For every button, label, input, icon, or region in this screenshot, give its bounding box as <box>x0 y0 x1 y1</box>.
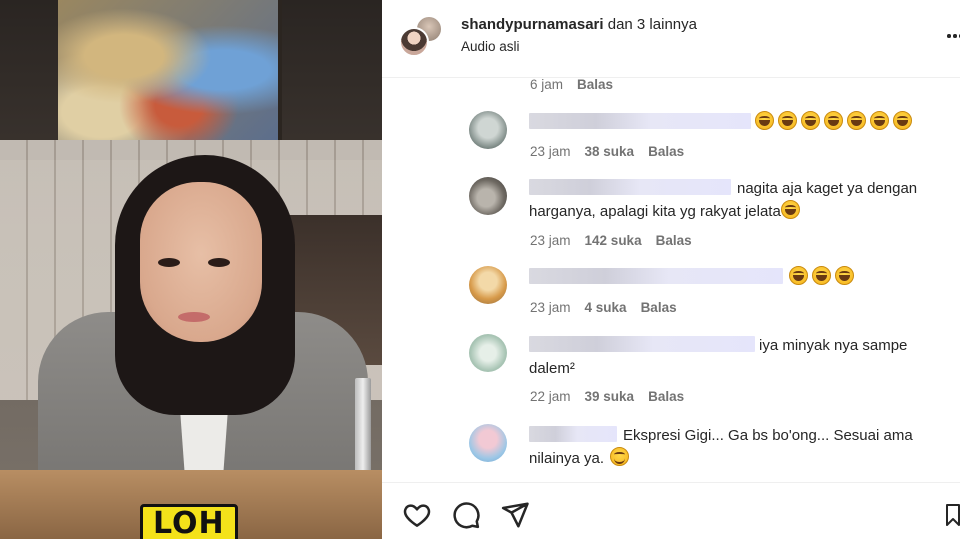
post-header: shandypurnamasari dan 3 lainnya Audio as… <box>382 0 960 78</box>
comment-likes[interactable]: 4 suka <box>585 300 627 315</box>
smiling-emoji-icon <box>610 447 630 466</box>
avatar[interactable] <box>469 424 507 462</box>
avatar[interactable] <box>399 27 429 57</box>
laughing-emoji-icon <box>847 111 866 130</box>
comment-meta: 6 jam Balas <box>530 78 627 92</box>
video-wall-painting <box>58 0 282 140</box>
laughing-emoji-icon <box>893 111 912 130</box>
comment-time: 23 jam <box>530 233 571 248</box>
comment-time: 6 jam <box>530 78 564 92</box>
comment-likes[interactable]: 38 suka <box>585 144 635 159</box>
comment-likes[interactable]: 39 suka <box>585 389 635 404</box>
laughing-emoji-icon <box>835 266 854 285</box>
video-person-eye <box>208 258 230 267</box>
reply-button[interactable]: Balas <box>641 300 677 315</box>
more-icon[interactable] <box>947 34 960 38</box>
laughing-emoji-icon <box>780 200 800 219</box>
reply-button[interactable]: Balas <box>648 144 684 159</box>
redacted-username <box>529 268 783 284</box>
avatar[interactable] <box>469 266 507 304</box>
post-authors: shandypurnamasari dan 3 lainnya <box>461 15 697 35</box>
comment-meta: 22 jam 39 suka Balas <box>530 389 698 404</box>
laughing-emoji-icon <box>801 111 820 130</box>
video-caption: LOH <box>140 504 238 539</box>
laughing-emoji-icon <box>778 111 797 130</box>
post-actions-bar <box>382 482 960 539</box>
author-others[interactable]: dan 3 lainnya <box>604 16 697 33</box>
comment-likes[interactable]: 142 suka <box>585 233 642 248</box>
reply-button[interactable]: Balas <box>648 389 684 404</box>
reply-button[interactable]: Balas <box>656 233 692 248</box>
laughing-emoji-icon <box>789 266 808 285</box>
avatar[interactable] <box>469 334 507 372</box>
bookmark-icon[interactable] <box>946 500 960 530</box>
comment-meta: 23 jam 38 suka Balas <box>530 144 698 159</box>
comment-text <box>529 266 949 289</box>
reply-button[interactable]: Balas <box>577 78 613 92</box>
video-person-lips <box>178 312 210 322</box>
collab-avatars[interactable] <box>399 15 445 57</box>
comment-time: 23 jam <box>530 144 571 159</box>
share-icon[interactable] <box>500 500 530 530</box>
reel-video[interactable]: LOH <box>0 0 382 539</box>
comment-meta: 23 jam 4 suka Balas <box>530 300 691 315</box>
comment-icon[interactable] <box>451 500 481 530</box>
laughing-emoji-icon <box>870 111 889 130</box>
comment-list[interactable]: 6 jam Balas 23 jam 38 suka Balas nagita aja… <box>382 78 960 482</box>
comment-meta: 23 jam 142 suka Balas <box>530 233 706 248</box>
comments-panel: shandypurnamasari dan 3 lainnya Audio as… <box>382 0 960 539</box>
comment-time: 23 jam <box>530 300 571 315</box>
avatar[interactable] <box>469 177 507 215</box>
laughing-emoji-icon <box>755 111 774 130</box>
redacted-username <box>529 426 617 442</box>
redacted-username <box>529 336 755 352</box>
comment-text <box>529 111 949 134</box>
laughing-emoji-icon <box>824 111 843 130</box>
laughing-emoji-icon <box>812 266 831 285</box>
comment-text: iya minyak nya sampe dalem² <box>529 336 908 377</box>
comment-text: nagita aja kaget ya dengan harganya, apa… <box>529 179 918 220</box>
heart-icon[interactable] <box>402 500 432 530</box>
redacted-username <box>529 179 731 195</box>
avatar[interactable] <box>469 111 507 149</box>
video-person-eye <box>158 258 180 267</box>
author-username[interactable]: shandypurnamasari <box>461 16 604 33</box>
comment-time: 22 jam <box>530 389 571 404</box>
redacted-username <box>529 113 751 129</box>
audio-link[interactable]: Audio asli <box>461 39 520 54</box>
comment-text: Ekspresi Gigi... Ga bs bo'ong... Sesuai … <box>529 426 913 467</box>
